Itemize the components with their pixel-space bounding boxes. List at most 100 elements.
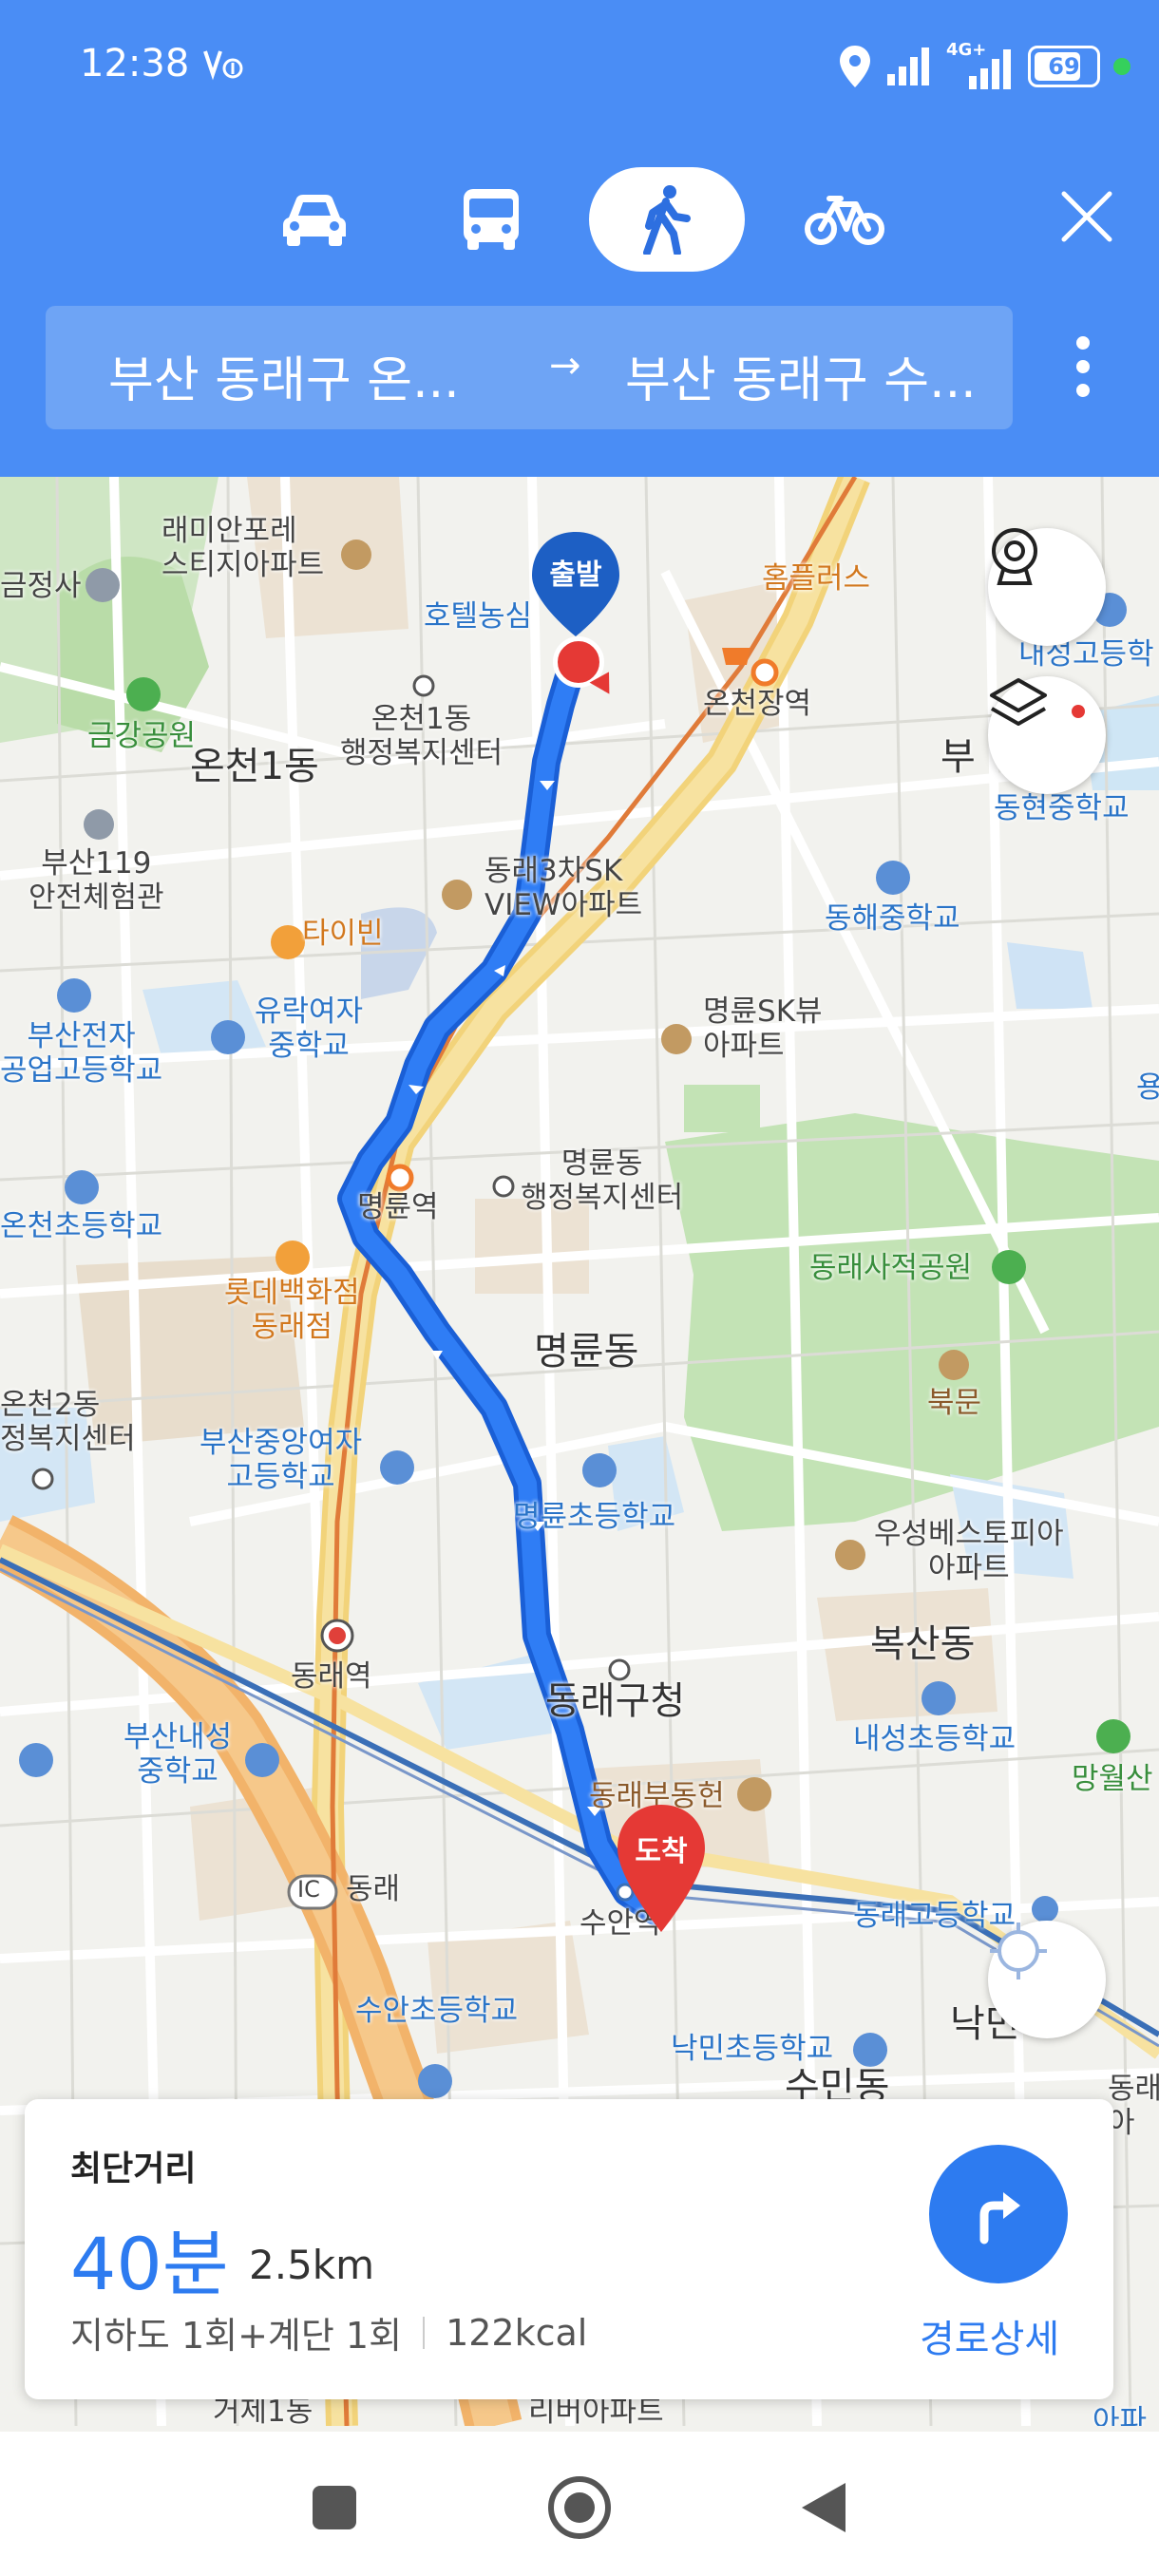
map-label: 용	[1136, 1070, 1159, 1105]
square-icon	[313, 2486, 356, 2529]
camera-pin-icon	[992, 528, 1037, 585]
signal-4g-icon: 4G+	[946, 40, 1015, 91]
notification-dot	[1113, 58, 1130, 75]
layers-icon	[990, 678, 1047, 726]
map-label: 명륜역	[357, 1190, 439, 1224]
route-arrow-icon: →	[549, 344, 581, 388]
start-pin-label: 출발	[549, 559, 602, 592]
street-view-button[interactable]	[988, 528, 1106, 646]
bus-icon	[464, 189, 519, 250]
bike-icon	[805, 196, 884, 245]
map-label: 우성베스토피아 아파트	[874, 1517, 1064, 1585]
turn-right-arrow-icon	[979, 2192, 1020, 2245]
map-label: 명륜초등학교	[513, 1500, 676, 1534]
map-label: 온천1동	[190, 745, 319, 788]
map-label: 부	[940, 735, 976, 779]
map-label: 금정사	[0, 569, 82, 603]
map-label: 명륜SK뷰 아파트	[703, 994, 823, 1063]
start-pin[interactable]: 출발	[528, 530, 623, 653]
route-summary-card[interactable]: 최단거리 40분 2.5km 지하도 1회+계단 1회 122kcal 경로상세	[25, 2099, 1113, 2399]
my-location-button[interactable]	[988, 1921, 1106, 2038]
recent-apps-button[interactable]	[296, 2470, 372, 2546]
origin-field[interactable]: 부산 동래구 온...	[108, 340, 526, 411]
status-icons: 4G+ 69	[838, 38, 1130, 95]
mode-walk-tab[interactable]	[589, 167, 745, 272]
home-circle-icon	[548, 2476, 611, 2539]
map-label: 유락여자 중학교	[255, 994, 364, 1063]
map-label: 수안초등학교	[355, 1994, 519, 2028]
layers-button[interactable]	[988, 676, 1106, 794]
map-label: 거제1동	[213, 2395, 314, 2426]
map-label: 온천1동 행정복지센터	[340, 702, 504, 770]
route-type-title: 최단거리	[70, 2150, 197, 2188]
map-label: 온천초등학교	[0, 1209, 163, 1243]
map-label: 동해중학교	[825, 901, 960, 936]
back-button[interactable]	[785, 2470, 861, 2546]
map-label: 낙민초등학교	[671, 2032, 834, 2066]
map-label: 리버아파트	[528, 2395, 664, 2426]
route-detail-link[interactable]: 경로상세	[920, 2308, 1059, 2363]
close-button[interactable]	[1045, 175, 1129, 258]
signal-icon	[887, 47, 929, 85]
layers-badge	[1072, 705, 1085, 718]
map-label: 동래사적공원	[809, 1251, 973, 1285]
car-icon	[283, 195, 346, 246]
map-label: 롯데백화점 동래점	[224, 1276, 360, 1344]
back-triangle-icon	[802, 2483, 846, 2532]
map-label: IC	[297, 1876, 320, 1903]
start-navigation-button[interactable]	[929, 2145, 1068, 2283]
map-label: 동현중학교	[994, 791, 1130, 825]
close-icon	[1061, 191, 1112, 242]
end-pin-label: 도착	[635, 1835, 688, 1868]
map-label: 홈플러스	[762, 561, 871, 596]
map-label: 북문	[927, 1386, 982, 1420]
crosshair-icon	[990, 1923, 1047, 1979]
map-label: 동래	[346, 1872, 401, 1906]
volte-icon	[203, 50, 243, 81]
map-label: 부산전자 공업고등학교	[0, 1019, 163, 1088]
battery-icon: 69	[1028, 46, 1100, 87]
map-label: 호텔농심	[424, 599, 533, 634]
more-menu-button[interactable]	[1054, 332, 1112, 408]
map-label: 명륜동 행정복지센터	[521, 1146, 684, 1215]
status-time: 12:38	[80, 42, 190, 85]
system-nav-bar	[0, 2432, 1159, 2576]
mode-car-tab[interactable]	[243, 167, 386, 272]
battery-level: 69	[1048, 53, 1080, 80]
mode-bus-tab[interactable]	[420, 167, 562, 272]
map-label: 명륜동	[534, 1330, 639, 1373]
route-input-box[interactable]: 부산 동래구 온... → 부산 동래구 수...	[46, 306, 1013, 429]
map-label: 부산중앙여자 고등학교	[200, 1426, 363, 1494]
map-label: 온천장역	[703, 687, 812, 721]
map-label: 온천2동 정복지센터	[0, 1388, 136, 1456]
map-label: 복산동	[870, 1622, 976, 1666]
app-header: 12:38 4G+ 69 부산 동래구 온... → 부산 동래구 수...	[0, 0, 1159, 477]
home-button[interactable]	[542, 2470, 618, 2546]
map-label: 망월산	[1072, 1762, 1153, 1796]
map-label: 래미안포레 스티지아파트	[162, 514, 325, 582]
location-icon	[840, 46, 870, 87]
route-details: 지하도 1회+계단 1회 122kcal	[70, 2306, 587, 2358]
map-label: 아파	[1092, 2404, 1148, 2426]
mode-bike-tab[interactable]	[773, 167, 916, 272]
calorie-info: 122kcal	[446, 2311, 588, 2354]
map-label: 금강공원	[87, 719, 197, 753]
map-label: 부산119 안전체험관	[28, 846, 164, 915]
transport-mode-tabs	[0, 167, 1159, 272]
duration-text: 40분	[70, 2222, 229, 2306]
more-dots-icon	[1076, 336, 1090, 350]
destination-field[interactable]: 부산 동래구 수...	[625, 340, 1005, 411]
map-label: 동래 아	[1108, 2072, 1159, 2140]
obstacle-info: 지하도 1회+계단 1회	[70, 2315, 403, 2357]
status-bar: 12:38 4G+ 69	[0, 0, 1159, 133]
map-label: 동래구청	[545, 1679, 686, 1723]
end-pin[interactable]: 도착	[614, 1803, 709, 1936]
map-label: 동래역	[291, 1659, 372, 1694]
map-label: 타이빈	[302, 917, 384, 951]
map-label: 부산내성 중학교	[124, 1720, 233, 1789]
distance-text: 2.5km	[249, 2242, 375, 2288]
divider	[423, 2316, 426, 2349]
map-label: 동래3차SK VIEW아파트	[484, 854, 643, 922]
walk-icon	[643, 185, 691, 255]
map-label: 내성초등학교	[853, 1722, 1016, 1756]
